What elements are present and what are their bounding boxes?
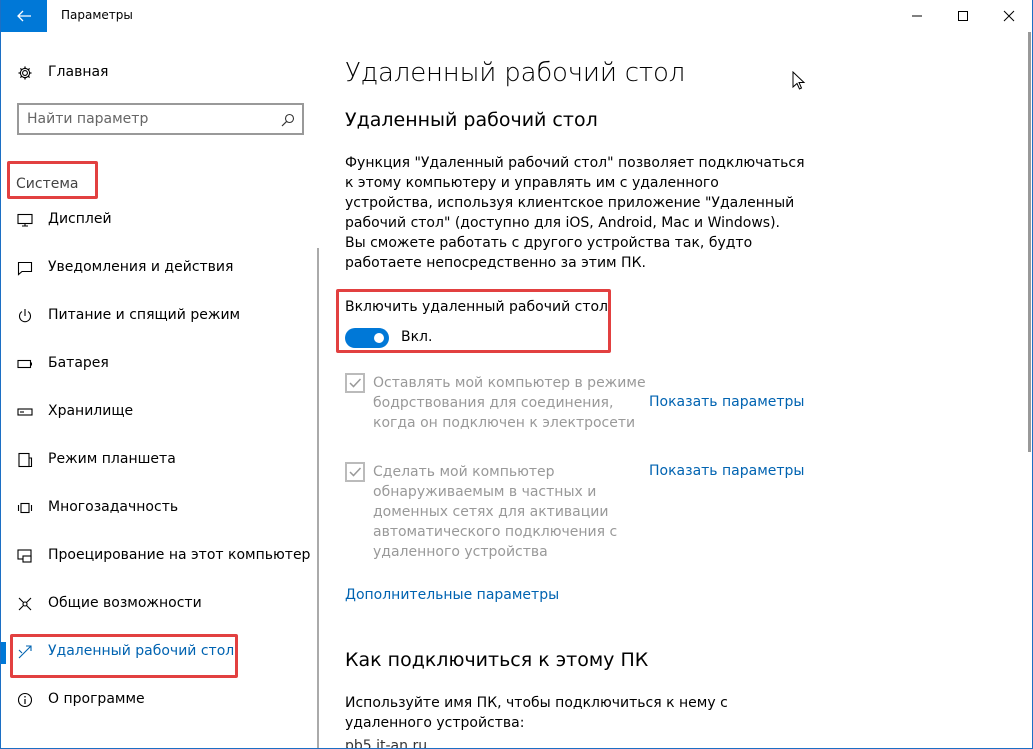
keep-awake-checkbox[interactable] [345, 373, 365, 393]
remote-desktop-icon [17, 644, 33, 660]
checkmark-icon [349, 467, 362, 477]
search-input[interactable] [27, 110, 267, 128]
sidebar-item-label: Уведомления и действия [48, 259, 234, 275]
sidebar-scrollbar[interactable] [317, 248, 319, 748]
show-settings-link[interactable]: Показать параметры [649, 394, 804, 410]
sidebar-item-about[interactable]: О программе [1, 680, 301, 720]
sidebar-item-label: Хранилище [48, 403, 134, 419]
toggle-knob [374, 333, 384, 343]
multitasking-icon [17, 500, 33, 516]
storage-icon [17, 404, 33, 420]
option-text: Сделать мой компьютер обнаруживаемым в ч… [373, 464, 618, 560]
show-settings-link[interactable]: Показать параметры [649, 463, 804, 479]
sidebar-item-power[interactable]: Питание и спящий режим [1, 296, 301, 336]
title-bar: Параметры [1, 0, 1032, 32]
sidebar-item-tablet-mode[interactable]: Режим планшета [1, 440, 301, 480]
projecting-icon [17, 548, 33, 564]
pc-name: pb5.it-an.ru [345, 738, 428, 749]
sidebar-item-shared-experiences[interactable]: Общие возможности [1, 584, 301, 624]
sidebar-item-label: О программе [48, 691, 145, 707]
section-title: Удаленный рабочий стол [345, 109, 598, 131]
sidebar-item-storage[interactable]: Хранилище [1, 392, 301, 432]
description: Функция "Удаленный рабочий стол" позволя… [345, 155, 805, 271]
sidebar-item-label: Дисплей [48, 211, 112, 227]
checkmark-icon [349, 378, 362, 388]
maximize-button[interactable] [940, 0, 986, 32]
main-content: Удаленный рабочий стол Удаленный рабочий… [321, 32, 1021, 749]
sidebar-item-remote-desktop[interactable]: Удаленный рабочий стол [1, 632, 301, 672]
option-text: Оставлять мой компьютер в режиме бодрств… [373, 375, 646, 431]
tablet-icon [17, 452, 33, 468]
window-title: Параметры [61, 8, 133, 22]
close-icon [1003, 10, 1015, 22]
toggle-label: Включить удаленный рабочий стол [345, 299, 608, 315]
mouse-cursor-icon [792, 71, 806, 90]
sidebar-item-display[interactable]: Дисплей [1, 200, 301, 240]
back-button[interactable] [1, 0, 47, 32]
shared-experiences-icon [17, 596, 33, 612]
sidebar-item-label: Проецирование на этот компьютер [48, 547, 311, 563]
sidebar-item-label: Батарея [48, 355, 109, 371]
notifications-icon [17, 260, 33, 276]
remote-desktop-toggle[interactable] [345, 328, 389, 348]
close-button[interactable] [986, 0, 1032, 32]
page-title: Удаленный рабочий стол [345, 58, 686, 88]
about-icon [17, 692, 33, 708]
toggle-state: Вкл. [401, 329, 433, 345]
maximize-icon [958, 11, 968, 21]
sidebar-item-label: Многозадачность [48, 499, 179, 515]
sidebar-item-label: Главная [48, 64, 109, 80]
sidebar-item-label: Режим планшета [48, 451, 176, 467]
sidebar-item-projecting[interactable]: Проецирование на этот компьютер [1, 536, 310, 576]
advanced-settings-link[interactable]: Дополнительные параметры [345, 587, 559, 603]
sidebar-item-label: Удаленный рабочий стол [48, 643, 235, 659]
search-box[interactable] [17, 103, 304, 135]
sidebar-item-label: Общие возможности [48, 595, 202, 611]
discoverable-checkbox[interactable] [345, 462, 365, 482]
settings-window: Параметры Главная Система [0, 0, 1033, 749]
sidebar-item-label: Питание и спящий режим [48, 307, 241, 323]
sidebar-item-multitasking[interactable]: Многозадачность [1, 488, 301, 528]
main-scrollbar[interactable] [1028, 32, 1031, 452]
search-icon[interactable] [281, 112, 295, 127]
power-icon [17, 308, 33, 324]
back-arrow-icon [17, 10, 31, 22]
how-to-connect-title: Как подключиться к этому ПК [345, 649, 649, 671]
sidebar: Главная Система Дисплей Уведомления и де… [1, 32, 321, 748]
sidebar-item-battery[interactable]: Батарея [1, 344, 301, 384]
active-indicator [1, 642, 6, 664]
minimize-button[interactable] [894, 0, 940, 32]
gear-icon [17, 65, 33, 81]
sidebar-item-notifications[interactable]: Уведомления и действия [1, 248, 301, 288]
how-to-connect-description: Используйте имя ПК, чтобы подключиться к… [345, 695, 728, 731]
battery-icon [17, 356, 33, 372]
minimize-icon [912, 15, 922, 17]
section-label: Система [16, 176, 79, 192]
display-icon [17, 212, 33, 228]
sidebar-item-home[interactable]: Главная [1, 58, 301, 88]
